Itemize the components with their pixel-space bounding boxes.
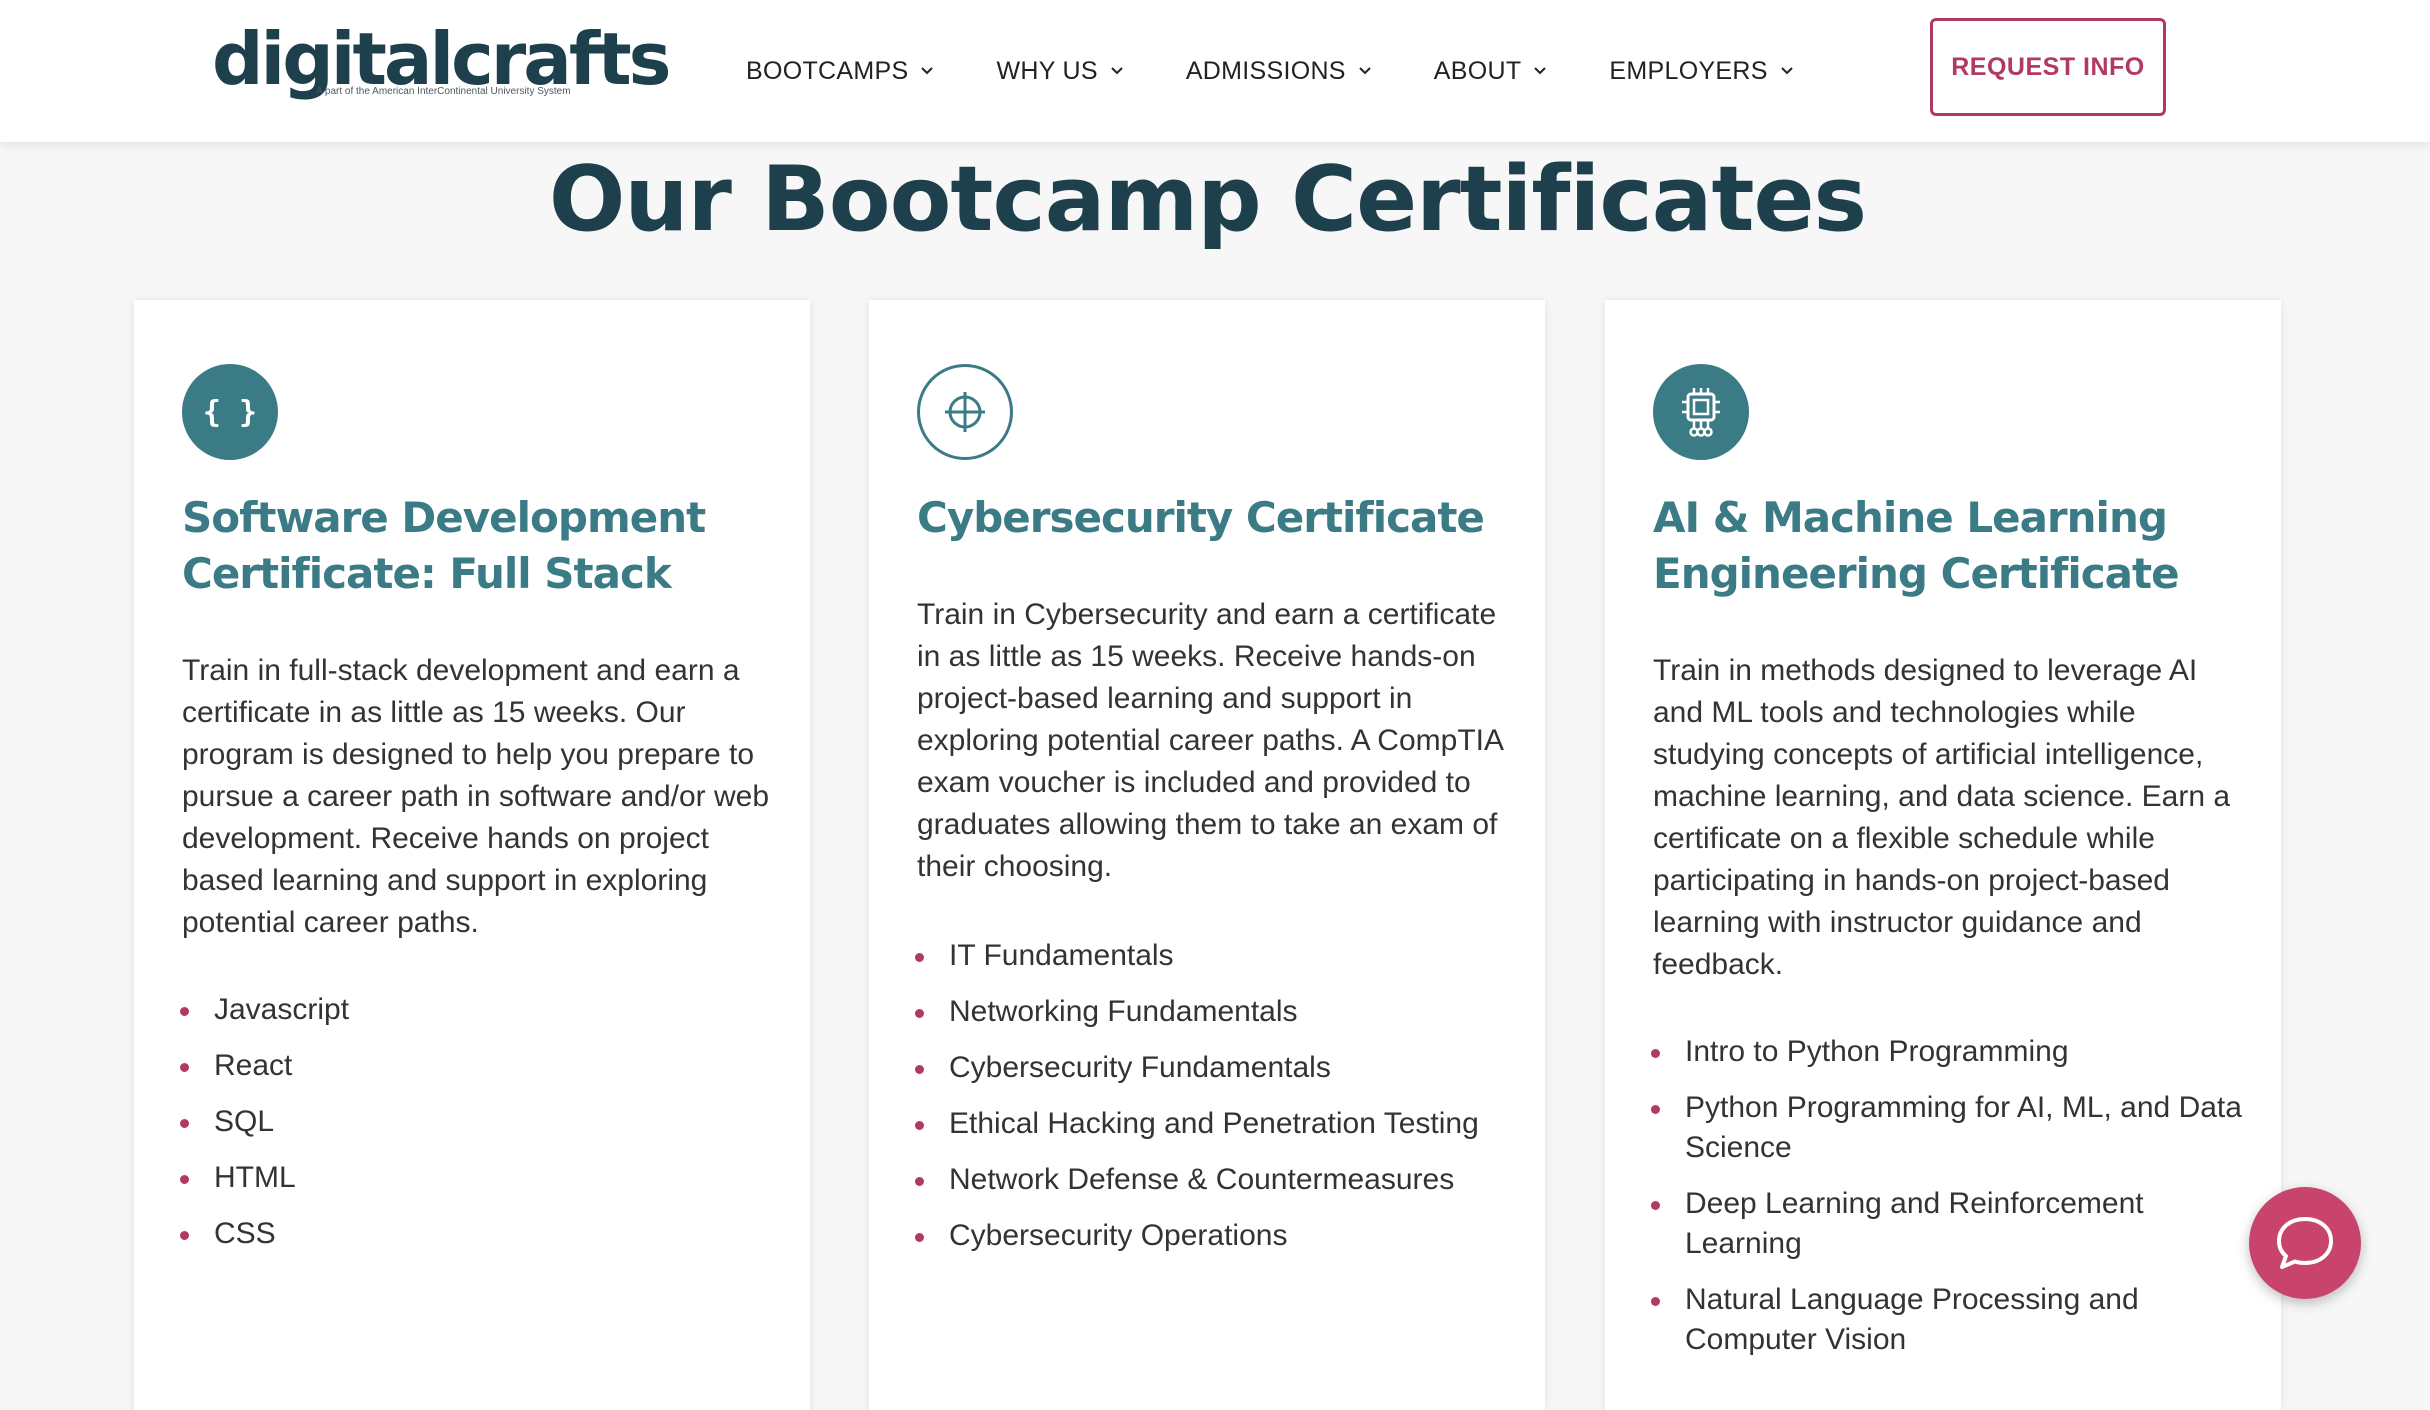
bullet-icon: [915, 953, 924, 962]
certificate-card-software: { } Software Development Certificate: Fu…: [134, 300, 810, 1410]
bullet-icon: [915, 1009, 924, 1018]
list-item: Intro to Python Programming: [1651, 1032, 2245, 1072]
bullet-icon: [915, 1177, 924, 1186]
list-item: Cybersecurity Fundamentals: [915, 1048, 1509, 1088]
nav-item-employers[interactable]: EMPLOYERS: [1609, 57, 1793, 86]
code-braces-glyph: { }: [202, 394, 258, 430]
card-topic-list: Javascript React SQL HTML CSS: [180, 990, 774, 1270]
bullet-icon: [180, 1007, 189, 1016]
nav-label: EMPLOYERS: [1609, 56, 1768, 85]
certificate-card-ai-ml: AI & Machine Learning Engineering Certif…: [1605, 300, 2281, 1410]
bullet-icon: [915, 1065, 924, 1074]
chat-button[interactable]: [2249, 1187, 2361, 1299]
bullet-icon: [1651, 1297, 1660, 1306]
logo[interactable]: digitalcrafts A part of the American Int…: [212, 14, 671, 124]
nav-label: BOOTCAMPS: [746, 56, 909, 85]
chip-icon: [1653, 364, 1749, 460]
chevron-down-icon: [921, 67, 934, 75]
certificate-card-cybersecurity: Cybersecurity Certificate Train in Cyber…: [869, 300, 1545, 1410]
chevron-down-icon: [1534, 67, 1547, 75]
chevron-down-icon: [1781, 67, 1793, 75]
crosshair-icon: [917, 364, 1013, 460]
card-description: Train in Cybersecurity and earn a certif…: [917, 598, 1503, 883]
bullet-icon: [180, 1231, 189, 1240]
chat-bubble-icon: [2277, 1217, 2333, 1269]
bullet-icon: [915, 1233, 924, 1242]
nav-item-admissions[interactable]: ADMISSIONS: [1186, 57, 1372, 86]
list-item: Deep Learning and Reinforcement Learning: [1651, 1184, 2245, 1264]
card-title: Cybersecurity Certificate: [917, 493, 1485, 542]
bullet-icon: [180, 1063, 189, 1072]
list-item: IT Fundamentals: [915, 936, 1509, 976]
crosshair-glyph: [945, 392, 985, 432]
bullet-icon: [915, 1121, 924, 1130]
nav-label: WHY US: [996, 56, 1098, 85]
list-item: React: [180, 1046, 774, 1086]
card-topic-list: IT Fundamentals Networking Fundamentals …: [915, 936, 1509, 1272]
list-item: Natural Language Processing and Computer…: [1651, 1280, 2245, 1360]
list-item: Cybersecurity Operations: [915, 1216, 1509, 1256]
list-item: Network Defense & Countermeasures: [915, 1160, 1509, 1200]
nav-item-bootcamps[interactable]: BOOTCAMPS: [746, 57, 934, 86]
request-info-button[interactable]: REQUEST INFO: [1930, 18, 2166, 116]
page-title: Our Bootcamp Certificates: [548, 147, 1867, 252]
nav-label: ABOUT: [1433, 56, 1522, 85]
bullet-icon: [180, 1119, 189, 1128]
list-item: HTML: [180, 1158, 774, 1198]
card-description: Train in methods designed to leverage AI…: [1653, 654, 2231, 981]
site-header: digitalcrafts A part of the American Int…: [0, 0, 2430, 142]
bullet-icon: [1651, 1049, 1660, 1058]
code-braces-icon: { }: [182, 364, 278, 460]
card-description: Train in full-stack development and earn…: [182, 654, 770, 939]
chevron-down-icon: [1359, 67, 1371, 75]
bullet-icon: [1651, 1105, 1660, 1114]
logo-tagline: A part of the American InterContinental …: [316, 86, 571, 97]
chip-glyph: [1682, 388, 1720, 437]
main-nav: BOOTCAMPS WHY US ADMISSIONS ABOUT EMPLOY…: [746, 0, 1856, 142]
chevron-down-icon: [1111, 67, 1123, 75]
bullet-icon: [1651, 1201, 1660, 1210]
card-title: AI & Machine Learning Engineering Certif…: [1653, 493, 2180, 598]
nav-item-why-us[interactable]: WHY US: [996, 57, 1123, 86]
list-item: Networking Fundamentals: [915, 992, 1509, 1032]
list-item: CSS: [180, 1214, 774, 1254]
card-title: Software Development Certificate: Full S…: [182, 493, 706, 598]
list-item: Ethical Hacking and Penetration Testing: [915, 1104, 1509, 1144]
nav-label: ADMISSIONS: [1185, 56, 1346, 85]
card-topic-list: Intro to Python Programming Python Progr…: [1651, 1032, 2245, 1376]
list-item: SQL: [180, 1102, 774, 1142]
bullet-icon: [180, 1175, 189, 1184]
list-item: Python Programming for AI, ML, and Data …: [1651, 1088, 2245, 1168]
list-item: Javascript: [180, 990, 774, 1030]
nav-item-about[interactable]: ABOUT: [1434, 57, 1548, 86]
